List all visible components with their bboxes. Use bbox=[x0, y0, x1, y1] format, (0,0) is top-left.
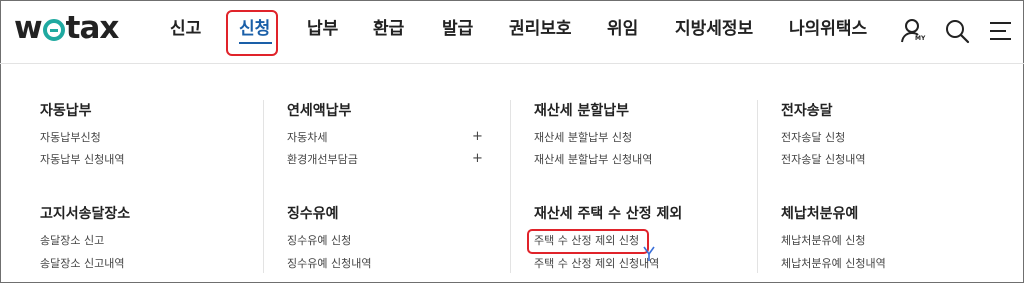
link-collection-deferral-apply[interactable]: 징수유예 신청 bbox=[287, 233, 351, 249]
link-auto-payment-history[interactable]: 자동납부 신청내역 bbox=[40, 152, 124, 168]
link-electronic-delivery-apply[interactable]: 전자송달 신청 bbox=[781, 130, 845, 146]
nav-item-payment[interactable]: 납부 bbox=[307, 16, 338, 42]
nav-item-delegation[interactable]: 위임 bbox=[607, 16, 638, 42]
nav-item-rights-protection[interactable]: 권리보호 bbox=[509, 16, 572, 42]
user-my-icon[interactable]: MY bbox=[900, 16, 930, 46]
link-electronic-delivery-history[interactable]: 전자송달 신청내역 bbox=[781, 152, 865, 168]
link-collection-deferral-history[interactable]: 징수유예 신청내역 bbox=[287, 256, 371, 272]
column-divider bbox=[757, 100, 758, 273]
logo-text-tax: tax bbox=[65, 10, 120, 46]
group-title-electronic-delivery[interactable]: 전자송달 bbox=[781, 101, 833, 121]
nav-item-issue[interactable]: 발급 bbox=[442, 16, 473, 42]
site-header: w tax 신고 신청 납부 환급 발급 권리보호 위임 지방세정보 나의위택스 … bbox=[0, 0, 1024, 64]
link-installment-history[interactable]: 재산세 분할납부 신청내역 bbox=[534, 152, 652, 168]
wetax-logo[interactable]: w tax bbox=[14, 8, 120, 48]
expand-plus-icon[interactable]: + bbox=[472, 151, 483, 167]
active-nav-highlight-box bbox=[226, 10, 278, 56]
nav-item-report[interactable]: 신고 bbox=[170, 16, 201, 42]
group-title-house-count-exclusion[interactable]: 재산세 주택 수 산정 제외 bbox=[534, 204, 682, 224]
link-vehicle-tax[interactable]: 자동차세 bbox=[287, 130, 327, 146]
group-title-property-tax-installment[interactable]: 재산세 분할납부 bbox=[534, 101, 629, 121]
link-arrears-deferral-apply[interactable]: 체납처분유예 신청 bbox=[781, 233, 865, 249]
group-title-arrears-deferral[interactable]: 체납처분유예 bbox=[781, 204, 858, 224]
link-highlight-box bbox=[527, 229, 649, 254]
menu-icon[interactable] bbox=[987, 16, 1017, 46]
expand-plus-icon[interactable]: + bbox=[472, 129, 483, 145]
link-environment-charge[interactable]: 환경개선부담금 bbox=[287, 152, 358, 168]
link-house-count-exclusion-history[interactable]: 주택 수 산정 제외 신청내역 bbox=[534, 256, 659, 272]
group-title-notice-delivery[interactable]: 고지서송달장소 bbox=[40, 204, 130, 224]
my-label: MY bbox=[915, 35, 926, 42]
logo-e-ring-icon bbox=[42, 19, 65, 41]
link-arrears-deferral-history[interactable]: 체납처분유예 신청내역 bbox=[781, 256, 886, 272]
group-title-auto-payment[interactable]: 자동납부 bbox=[40, 101, 92, 121]
nav-item-refund[interactable]: 환급 bbox=[373, 16, 404, 42]
link-delivery-report-history[interactable]: 송달장소 신고내역 bbox=[40, 256, 124, 272]
column-divider bbox=[263, 100, 264, 273]
group-title-collection-deferral[interactable]: 징수유예 bbox=[287, 204, 339, 224]
link-auto-payment-apply[interactable]: 자동납부신청 bbox=[40, 130, 101, 146]
nav-item-my-wetax[interactable]: 나의위택스 bbox=[789, 16, 867, 42]
group-title-annual-payment[interactable]: 연세액납부 bbox=[287, 101, 351, 121]
link-delivery-report[interactable]: 송달장소 신고 bbox=[40, 233, 104, 249]
nav-item-local-tax-info[interactable]: 지방세정보 bbox=[675, 16, 753, 42]
search-icon[interactable] bbox=[943, 16, 973, 46]
logo-text-w: w bbox=[14, 10, 43, 46]
link-installment-apply[interactable]: 재산세 분할납부 신청 bbox=[534, 130, 632, 146]
column-divider bbox=[510, 100, 511, 273]
mouse-cursor-icon bbox=[642, 246, 656, 266]
